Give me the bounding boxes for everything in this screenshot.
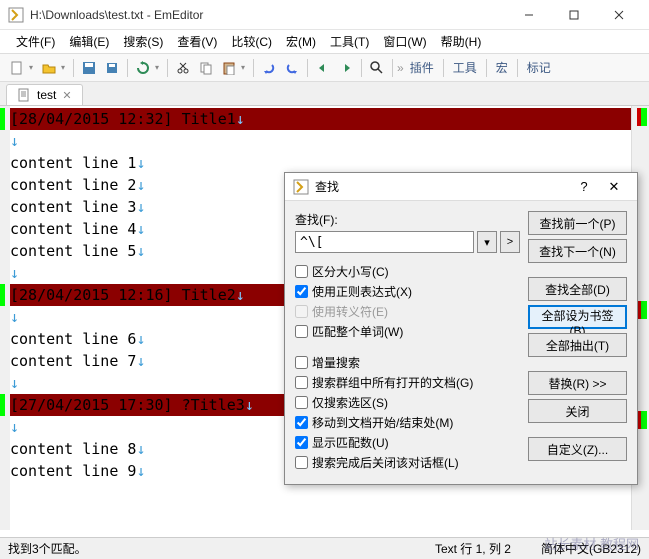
- back-icon[interactable]: [312, 57, 334, 79]
- check-regex[interactable]: 使用正则表达式(X): [295, 283, 520, 300]
- dropdown-icon[interactable]: ▾: [61, 63, 69, 72]
- maximize-button[interactable]: [551, 1, 596, 29]
- toolbar-macro-button[interactable]: 宏: [491, 57, 513, 78]
- replace-button[interactable]: 替换(R) >>: [528, 371, 627, 395]
- editor-line[interactable]: content line 1↓: [10, 152, 649, 174]
- check-selection[interactable]: 仅搜索选区(S): [295, 394, 520, 411]
- status-encoding: 简体中文(GB2312): [541, 540, 641, 557]
- redo-icon[interactable]: [281, 57, 303, 79]
- menu-view[interactable]: 查看(V): [171, 31, 223, 52]
- reload-icon[interactable]: [132, 57, 154, 79]
- check-incremental[interactable]: 增量搜索: [295, 354, 520, 371]
- dialog-title: 查找: [315, 178, 569, 195]
- check-count[interactable]: 显示匹配数(U): [295, 434, 520, 451]
- close-button[interactable]: 关闭: [528, 399, 627, 423]
- copy-icon[interactable]: [195, 57, 217, 79]
- menu-tools[interactable]: 工具(T): [324, 31, 375, 52]
- bookmark-all-button[interactable]: 全部设为书签(B): [528, 305, 627, 329]
- find-dialog: 查找 ? ✕ 查找(F): ▾ > 区分大小写(C) 使用正则表达式(X) 使用…: [284, 172, 638, 485]
- status-bar: 找到3个匹配。 Text 行 1, 列 2 简体中文(GB2312): [0, 537, 649, 559]
- paste-icon[interactable]: [218, 57, 240, 79]
- undo-icon[interactable]: [258, 57, 280, 79]
- file-tab[interactable]: test ✕: [6, 84, 83, 105]
- status-position: Text 行 1, 列 2: [435, 540, 511, 557]
- open-file-icon[interactable]: [38, 57, 60, 79]
- toolbar-plugins-button[interactable]: 插件: [405, 57, 439, 78]
- forward-icon[interactable]: [335, 57, 357, 79]
- find-input[interactable]: [295, 231, 474, 253]
- close-icon[interactable]: ✕: [62, 89, 71, 102]
- dialog-close-button[interactable]: ✕: [599, 175, 629, 199]
- dropdown-button[interactable]: ▾: [477, 231, 497, 253]
- tab-bar: test ✕: [0, 82, 649, 106]
- menu-edit[interactable]: 编辑(E): [63, 31, 115, 52]
- status-matches: 找到3个匹配。: [8, 540, 87, 557]
- save-icon[interactable]: [78, 57, 100, 79]
- check-case[interactable]: 区分大小写(C): [295, 263, 520, 280]
- menu-macro[interactable]: 宏(M): [280, 31, 322, 52]
- new-file-icon[interactable]: [6, 57, 28, 79]
- check-whole-word[interactable]: 匹配整个单词(W): [295, 323, 520, 340]
- menu-search[interactable]: 搜索(S): [117, 31, 169, 52]
- find-icon[interactable]: [366, 57, 388, 79]
- editor-line[interactable]: ↓: [10, 130, 649, 152]
- find-all-button[interactable]: 查找全部(D): [528, 277, 627, 301]
- check-all-open[interactable]: 搜索群组中所有打开的文档(G): [295, 374, 520, 391]
- check-escape: 使用转义符(E): [295, 303, 520, 320]
- find-prev-button[interactable]: 查找前一个(P): [528, 211, 627, 235]
- menu-compare[interactable]: 比较(C): [225, 31, 278, 52]
- menu-file[interactable]: 文件(F): [10, 31, 61, 52]
- dropdown-icon[interactable]: ▾: [155, 63, 163, 72]
- menu-bar: 文件(F) 编辑(E) 搜索(S) 查看(V) 比较(C) 宏(M) 工具(T)…: [0, 30, 649, 54]
- editor-gutter: [0, 106, 10, 530]
- toolbar: ▾ ▾ ▾ ▾ » 插件 工具 宏 标记: [0, 54, 649, 82]
- save-all-icon[interactable]: [101, 57, 123, 79]
- find-next-button[interactable]: 查找下一个(N): [528, 239, 627, 263]
- menu-help[interactable]: 帮助(H): [435, 31, 488, 52]
- check-close-after[interactable]: 搜索完成后关闭该对话框(L): [295, 454, 520, 471]
- minimize-button[interactable]: [506, 1, 551, 29]
- extract-all-button[interactable]: 全部抽出(T): [528, 333, 627, 357]
- window-controls: [506, 1, 641, 29]
- menu-window[interactable]: 窗口(W): [377, 31, 432, 52]
- editor-line[interactable]: [28/04/2015 12:32] Title1↓: [10, 108, 649, 130]
- cut-icon[interactable]: [172, 57, 194, 79]
- dropdown-icon[interactable]: ▾: [241, 63, 249, 72]
- check-wrap[interactable]: 移动到文档开始/结束处(M): [295, 414, 520, 431]
- dropdown-icon[interactable]: ▾: [29, 63, 37, 72]
- toolbar-tools-button[interactable]: 工具: [448, 57, 482, 78]
- customize-button[interactable]: 自定义(Z)...: [528, 437, 627, 461]
- dialog-title-bar[interactable]: 查找 ? ✕: [285, 173, 637, 201]
- app-icon: [8, 7, 24, 23]
- app-icon: [293, 179, 309, 195]
- window-title: H:\Downloads\test.txt - EmEditor: [30, 8, 506, 22]
- find-label: 查找(F):: [295, 211, 520, 228]
- tab-label: test: [37, 88, 56, 102]
- title-bar: H:\Downloads\test.txt - EmEditor: [0, 0, 649, 30]
- help-button[interactable]: ?: [569, 175, 599, 199]
- options-button[interactable]: >: [500, 231, 520, 253]
- close-button[interactable]: [596, 1, 641, 29]
- document-icon: [17, 88, 31, 102]
- toolbar-markers-button[interactable]: 标记: [522, 57, 556, 78]
